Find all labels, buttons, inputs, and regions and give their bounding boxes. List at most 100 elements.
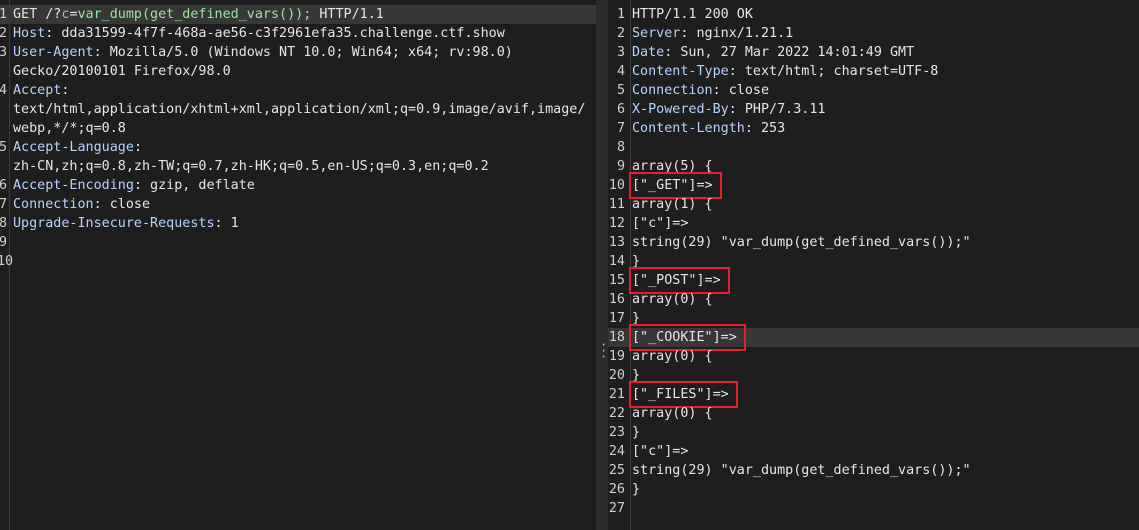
request-line[interactable]: 3 User-Agent: Mozilla/5.0 (Windows NT 10.… [0, 43, 596, 62]
text-segment: : nginx/1.21.1 [680, 26, 794, 41]
text-segment: GET /? [13, 7, 62, 22]
text-segment: : 253 [744, 121, 786, 136]
line-text: Upgrade-Insecure-Requests: 1 [13, 214, 239, 233]
header-name: Upgrade-Insecure-Requests [13, 216, 215, 231]
response-line[interactable]: 13 string(29) "var_dump(get_defined_vars(… [608, 233, 1139, 252]
line-number: 16 [608, 292, 625, 307]
request-line[interactable]: webp,*/*;q=0.8 [0, 119, 596, 138]
text-segment: text/html,application/xhtml+xml,applicat… [13, 102, 586, 117]
line-number: 19 [608, 349, 625, 364]
line-number: 5 [616, 83, 625, 98]
line-number: 27 [608, 501, 625, 516]
response-line[interactable]: 10 ["_GET"]=> [608, 172, 1139, 199]
line-number: 1 [0, 7, 7, 22]
text-segment: zh-CN,zh;q=0.8,zh-TW;q=0.7,zh-HK;q=0.5,e… [13, 159, 489, 174]
text-segment: : close [712, 83, 770, 98]
response-line[interactable]: 8 [608, 138, 1139, 157]
text-segment: array(0) { [632, 406, 713, 421]
line-text: Server: nginx/1.21.1 [632, 24, 793, 43]
line-number: 10 [0, 254, 14, 269]
line-text: Content-Length: 253 [632, 119, 785, 138]
line-text: } [632, 480, 640, 499]
request-line[interactable]: 5 Accept-Language: [0, 138, 596, 157]
line-text: Gecko/20100101 Firefox/98.0 [13, 62, 231, 81]
response-line[interactable]: 23} [608, 423, 1139, 442]
response-line[interactable]: 21 ["_FILES"]=> [608, 381, 1139, 408]
response-line[interactable]: 19 array(0) { [608, 347, 1139, 366]
request-line[interactable]: 8 Upgrade-Insecure-Requests: 1 [0, 214, 596, 233]
response-line[interactable]: 6 X-Powered-By: PHP/7.3.11 [608, 100, 1139, 119]
request-line[interactable]: 1 GET /?c=var_dump(get_defined_vars()); H… [0, 5, 596, 24]
vertical-ellipsis-icon[interactable]: · · · [600, 339, 607, 363]
pane-splitter[interactable] [596, 0, 608, 530]
text-segment: Gecko/20100101 Firefox/98.0 [13, 64, 231, 79]
response-line[interactable]: 16 array(0) { [608, 290, 1139, 309]
line-number: 26 [608, 482, 625, 497]
text-segment: HTTP/1.1 [311, 7, 384, 22]
line-number: 21 [608, 387, 625, 402]
request-line[interactable]: 10 [0, 252, 596, 271]
request-line[interactable]: 6 Accept-Encoding: gzip, deflate [0, 176, 596, 195]
request-line[interactable]: text/html,application/xhtml+xml,applicat… [0, 100, 596, 119]
response-line[interactable]: 11 array(1) { [608, 195, 1139, 214]
text-segment: : [61, 83, 70, 98]
header-name: Accept-Language [13, 140, 134, 155]
text-segment: : 1 [214, 216, 239, 231]
text-segment: : text/html; charset=UTF-8 [728, 64, 939, 79]
response-line[interactable]: 27 [608, 499, 1139, 518]
line-text: HTTP/1.1 200 OK [632, 5, 753, 24]
header-name: Accept-Encoding [13, 178, 134, 193]
line-number: 8 [0, 216, 7, 231]
line-number: 3 [0, 45, 7, 60]
line-number: 18 [608, 330, 625, 345]
request-line[interactable]: 4 Accept: [0, 81, 596, 100]
response-line[interactable]: 3 Date: Sun, 27 Mar 2022 14:01:49 GMT [608, 43, 1139, 62]
response-line[interactable]: 18 ["_COOKIE"]=> [608, 324, 1139, 351]
text-segment: : Mozilla/5.0 (Windows NT 10.0; Win64; x… [93, 45, 513, 60]
text-segment: array(0) { [632, 349, 713, 364]
text-segment: : Sun, 27 Mar 2022 14:01:49 GMT [664, 45, 915, 60]
text-segment: string(29) "var_dump(get_defined_vars())… [632, 235, 971, 250]
text-segment: array(0) { [632, 292, 713, 307]
response-viewer[interactable]: 1 HTTP/1.1 200 OK 2 Server: nginx/1.21.1 3 Da… [608, 0, 1139, 530]
header-name: Connection [13, 197, 94, 212]
line-number: 8 [616, 140, 625, 155]
line-text: array(0) { [632, 290, 713, 309]
response-line[interactable]: 25 string(29) "var_dump(get_defined_vars(… [608, 461, 1139, 480]
text-segment: = [69, 7, 78, 22]
response-line[interactable]: 12 ["c"]=> [608, 214, 1139, 233]
line-number: 9 [616, 159, 625, 174]
request-editor[interactable]: 1 GET /?c=var_dump(get_defined_vars()); H… [0, 0, 596, 530]
line-number: 1 [616, 7, 625, 22]
line-number: 11 [608, 197, 625, 212]
line-number: 12 [608, 216, 625, 231]
response-line[interactable]: 2 Server: nginx/1.21.1 [608, 24, 1139, 43]
text-segment: HTTP/1.1 200 OK [632, 7, 753, 22]
request-line[interactable]: 2 Host: dda31599-4f7f-468a-ae56-c3f2961ef… [0, 24, 596, 43]
line-number: 23 [608, 425, 625, 440]
line-text: Connection: close [13, 195, 150, 214]
line-text: text/html,application/xhtml+xml,applicat… [13, 100, 585, 119]
request-line[interactable]: 9 [0, 233, 596, 252]
line-text: ["c"]=> [632, 442, 688, 461]
request-line[interactable]: Gecko/20100101 Firefox/98.0 [0, 62, 596, 81]
response-line[interactable]: 26} [608, 480, 1139, 499]
response-line[interactable]: 22 array(0) { [608, 404, 1139, 423]
line-number: 6 [0, 178, 7, 193]
line-number: 2 [616, 26, 625, 41]
line-text: array(0) { [632, 404, 713, 423]
response-line[interactable]: 15 ["_POST"]=> [608, 267, 1139, 294]
response-line[interactable]: 1 HTTP/1.1 200 OK [608, 5, 1139, 24]
response-line[interactable]: 24 ["c"]=> [608, 442, 1139, 461]
line-text: Host: dda31599-4f7f-468a-ae56-c3f2961efa… [13, 24, 505, 43]
request-line[interactable]: zh-CN,zh;q=0.8,zh-TW;q=0.7,zh-HK;q=0.5,e… [0, 157, 596, 176]
line-text: X-Powered-By: PHP/7.3.11 [632, 100, 826, 119]
response-line[interactable]: 4 Content-Type: text/html; charset=UTF-8 [608, 62, 1139, 81]
request-line[interactable]: 7 Connection: close [0, 195, 596, 214]
response-line[interactable]: 5 Connection: close [608, 81, 1139, 100]
line-text: webp,*/*;q=0.8 [13, 119, 126, 138]
text-segment: string(29) "var_dump(get_defined_vars())… [632, 463, 971, 478]
line-text: User-Agent: Mozilla/5.0 (Windows NT 10.0… [13, 43, 513, 62]
response-line[interactable]: 7 Content-Length: 253 [608, 119, 1139, 138]
header-name: Content-Length [632, 121, 745, 136]
